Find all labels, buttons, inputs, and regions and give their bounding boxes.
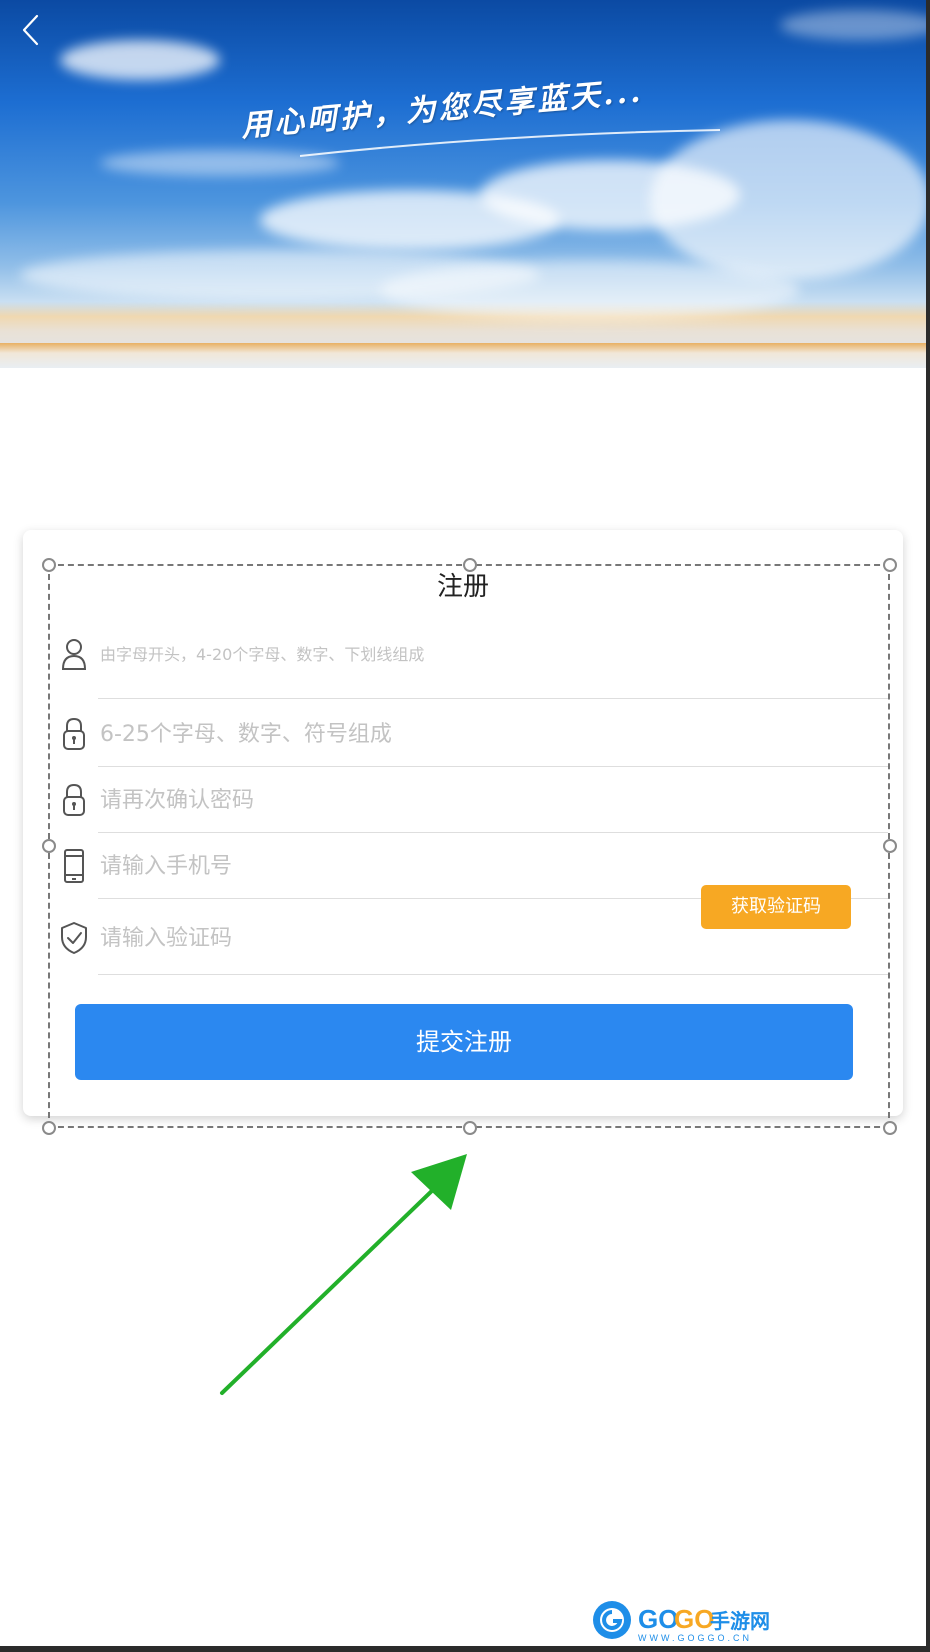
divider (98, 974, 888, 975)
password-input[interactable] (100, 716, 840, 752)
resize-handle[interactable] (463, 558, 477, 572)
submit-register-button[interactable]: 提交注册 (75, 1004, 853, 1080)
resize-handle[interactable] (42, 1121, 56, 1135)
header-banner: 用心呵护，为您尽享蓝天... (0, 0, 926, 368)
resize-handle[interactable] (883, 558, 897, 572)
resize-handle[interactable] (883, 839, 897, 853)
get-verification-code-button[interactable]: 获取验证码 (701, 885, 851, 929)
gogo-logo-mark: GO GO 手游网 WWW.GOGGO.CN (593, 1601, 770, 1643)
beach-horizon (0, 343, 926, 368)
screen-bottom-edge (0, 1646, 930, 1652)
username-input[interactable] (100, 636, 840, 672)
confirm-password-input[interactable] (100, 782, 840, 818)
resize-handle[interactable] (883, 1121, 897, 1135)
divider (98, 832, 888, 833)
divider (98, 698, 888, 699)
back-button[interactable] (14, 12, 50, 48)
username-field (58, 622, 888, 702)
resize-handle[interactable] (463, 1121, 477, 1135)
shield-check-icon (61, 922, 87, 954)
svg-text:GO: GO (638, 1604, 678, 1634)
screen-edge (926, 0, 930, 1652)
password-field (58, 702, 888, 768)
resize-handle[interactable] (42, 839, 56, 853)
register-title: 注册 (436, 572, 489, 602)
resize-handle[interactable] (42, 558, 56, 572)
slogan-underline-stroke (300, 129, 720, 157)
back-arrow-icon (22, 14, 39, 46)
gogo-logo: GO GO 手游网 WWW.GOGGO.CN (592, 1596, 772, 1644)
user-icon (61, 639, 87, 670)
svg-text:GO: GO (674, 1604, 714, 1634)
svg-text:WWW.GOGGO.CN: WWW.GOGGO.CN (638, 1633, 752, 1643)
lock-icon (63, 717, 85, 750)
svg-text:手游网: 手游网 (710, 1609, 770, 1633)
lock-icon (63, 783, 85, 816)
phone-input[interactable] (100, 848, 840, 884)
divider (98, 766, 888, 767)
register-card: 注册 由字母开头，4-20个字母、数字、下划线组成 请输入手机号 请输入验证码 … (23, 530, 903, 1116)
confirm-password-field (58, 768, 888, 834)
phone-icon (64, 849, 84, 883)
verification-code-input[interactable] (100, 920, 660, 956)
